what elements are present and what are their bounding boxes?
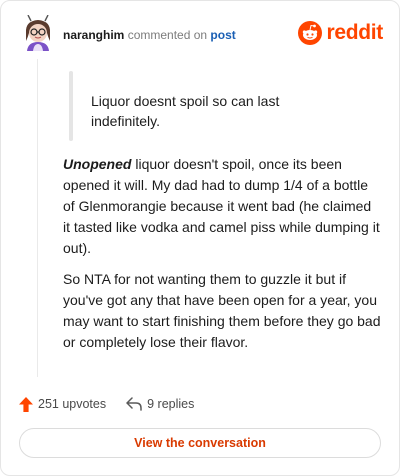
action-text: commented on (127, 28, 208, 42)
upvote-arrow-icon (19, 396, 33, 412)
upvote-button[interactable]: 251 upvotes (19, 396, 107, 412)
comment-header: naranghim commented on post reddit (21, 14, 383, 53)
post-link[interactable]: post (210, 28, 235, 42)
emphasis-text: Unopened (63, 156, 132, 172)
replies-button[interactable]: 9 replies (126, 397, 194, 411)
blockquote-text: Liquor doesnt spoil so can last indefini… (91, 93, 280, 129)
thread-line (37, 59, 38, 377)
upvote-count: 251 upvotes (38, 397, 107, 411)
comment-paragraph-2: So NTA for not wanting them to guzzle it… (63, 271, 381, 350)
blockquote-bar (69, 71, 73, 141)
comment-meta: naranghim commented on post (63, 28, 236, 42)
reply-arrow-icon (126, 397, 142, 411)
user-avatar[interactable] (21, 14, 55, 51)
view-conversation-button[interactable]: View the conversation (19, 428, 381, 458)
reddit-snoo-icon (298, 21, 323, 45)
reddit-wordmark: reddit (326, 21, 383, 44)
comment-paragraph-1: Unopened liquor doesn't spoil, once its … (63, 154, 381, 259)
avatar-icon (25, 14, 51, 51)
embed-card: naranghim commented on post reddit Liquo… (0, 0, 400, 476)
comment-actions: 251 upvotes 9 replies (19, 394, 194, 414)
reply-count: 9 replies (147, 397, 195, 411)
reddit-logo[interactable]: reddit (298, 20, 383, 46)
username-link[interactable]: naranghim (63, 28, 124, 42)
